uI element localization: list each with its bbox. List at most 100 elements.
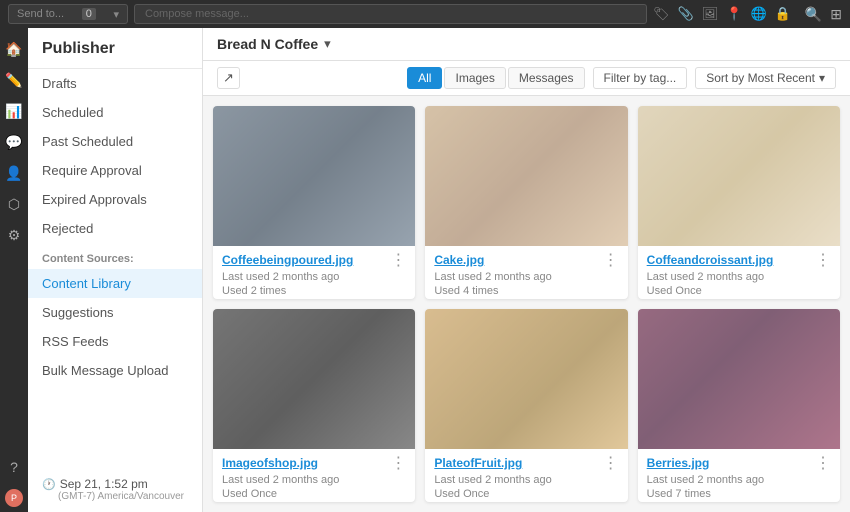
location-icon[interactable]: 📍	[726, 6, 742, 22]
image-info: Imageofshop.jpg⋮ Last used 2 months ago Us…	[213, 449, 415, 502]
image-thumbnail	[425, 309, 627, 449]
lock-icon[interactable]: 🔒	[775, 6, 791, 22]
sidebar-item-scheduled[interactable]: Scheduled	[28, 98, 202, 127]
image-used-count: Used 2 times	[222, 285, 406, 297]
image-thumbnail	[638, 106, 840, 246]
grid-icon[interactable]: ⊞	[830, 6, 842, 23]
image-card: Coffeandcroissant.jpg⋮ Last used 2 months…	[638, 106, 840, 299]
image-last-used: Last used 2 months ago	[222, 474, 406, 486]
tab-all[interactable]: All	[407, 67, 442, 89]
image-thumbnail	[425, 106, 627, 246]
tab-group: All Images Messages	[407, 67, 584, 89]
sidebar-item-expired-approvals[interactable]: Expired Approvals	[28, 185, 202, 214]
sidebar-item-past-scheduled[interactable]: Past Scheduled	[28, 127, 202, 156]
image-last-used: Last used 2 months ago	[434, 474, 618, 486]
image-card: Coffeebeingpoured.jpg⋮ Last used 2 months…	[213, 106, 415, 299]
send-placeholder: Send to...	[17, 8, 64, 20]
sidebar-title: Publisher	[28, 28, 202, 69]
image-last-used: Last used 2 months ago	[222, 271, 406, 283]
image-menu-button[interactable]: ⋮	[603, 253, 619, 269]
nav-home[interactable]: 🏠	[0, 36, 28, 63]
image-menu-button[interactable]: ⋮	[390, 456, 406, 472]
time-display: Sep 21, 1:52 pm	[60, 477, 148, 491]
image-name[interactable]: PlateofFruit.jpg	[434, 456, 602, 470]
paperclip-icon[interactable]: 📎	[678, 6, 694, 22]
image-card: PlateofFruit.jpg⋮ Last used 2 months ago U…	[425, 309, 627, 502]
compose-placeholder: Compose message...	[145, 8, 249, 20]
topbar: Send to... 0 ▾ Compose message... 🏷 📎 🖼 …	[0, 0, 850, 28]
image-info: Cake.jpg⋮ Last used 2 months ago Used 4 ti…	[425, 246, 627, 299]
header-dropdown-arrow[interactable]: ▾	[324, 36, 331, 52]
image-last-used: Last used 2 months ago	[647, 474, 831, 486]
image-menu-button[interactable]: ⋮	[603, 456, 619, 472]
sidebar-item-content-library[interactable]: Content Library	[28, 269, 202, 298]
filter-button[interactable]: Filter by tag...	[593, 67, 688, 89]
image-last-used: Last used 2 months ago	[434, 271, 618, 283]
share-icon[interactable]: ↗	[217, 67, 240, 89]
image-card: Cake.jpg⋮ Last used 2 months ago Used 4 ti…	[425, 106, 627, 299]
sort-button[interactable]: Sort by Most Recent ▾	[695, 67, 836, 89]
image-icon[interactable]: 🖼	[702, 6, 719, 22]
content-header: Bread N Coffee ▾	[203, 28, 850, 61]
tab-messages[interactable]: Messages	[508, 67, 585, 89]
nav-profile[interactable]: P	[0, 484, 28, 512]
icon-nav: 🏠 ✏️ 📊 💬 👤 ⬡ ⚙ ? P	[0, 28, 28, 512]
image-thumbnail	[638, 309, 840, 449]
image-name[interactable]: Cake.jpg	[434, 253, 602, 267]
nav-settings[interactable]: ⚙	[0, 222, 28, 249]
content-header-title: Bread N Coffee	[217, 36, 318, 52]
image-used-count: Used Once	[647, 285, 831, 297]
clock-icon: 🕐	[42, 478, 56, 491]
sidebar-item-rss-feeds[interactable]: RSS Feeds	[28, 327, 202, 356]
image-thumbnail	[213, 106, 415, 246]
nav-publish[interactable]: ✏️	[0, 67, 28, 94]
content-sources-label: Content Sources:	[28, 243, 202, 269]
timezone-display: (GMT-7) America/Vancouver	[42, 491, 188, 502]
image-card: Imageofshop.jpg⋮ Last used 2 months ago Us…	[213, 309, 415, 502]
search-icon[interactable]: 🔍	[805, 6, 822, 23]
nav-engage[interactable]: 💬	[0, 129, 28, 156]
image-used-count: Used 4 times	[434, 285, 618, 297]
image-name[interactable]: Imageofshop.jpg	[222, 456, 390, 470]
image-info: Coffeandcroissant.jpg⋮ Last used 2 months…	[638, 246, 840, 299]
content-toolbar: ↗ All Images Messages Filter by tag... S…	[203, 61, 850, 96]
topbar-icons: 🏷 📎 🖼 📍 🌐 🔒 🔍 ⊞	[653, 6, 842, 23]
image-menu-button[interactable]: ⋮	[815, 456, 831, 472]
image-menu-button[interactable]: ⋮	[815, 253, 831, 269]
image-grid: Coffeebeingpoured.jpg⋮Last used 2 months…	[203, 96, 850, 512]
image-name[interactable]: Coffeandcroissant.jpg	[647, 253, 815, 267]
globe-icon[interactable]: 🌐	[750, 6, 766, 22]
sidebar-item-rejected[interactable]: Rejected	[28, 214, 202, 243]
sidebar-item-drafts[interactable]: Drafts	[28, 69, 202, 98]
nav-users[interactable]: 👤	[0, 160, 28, 187]
image-menu-button[interactable]: ⋮	[390, 253, 406, 269]
tab-images[interactable]: Images	[444, 67, 505, 89]
image-info: Berries.jpg⋮ Last used 2 months ago Used 7…	[638, 449, 840, 502]
nav-help[interactable]: ?	[0, 454, 28, 480]
image-last-used: Last used 2 months ago	[647, 271, 831, 283]
image-used-count: Used 7 times	[647, 488, 831, 500]
sidebar-item-require-approval[interactable]: Require Approval	[28, 156, 202, 185]
image-used-count: Used Once	[222, 488, 406, 500]
tag-icon[interactable]: 🏷	[653, 6, 670, 22]
nav-apps[interactable]: ⬡	[0, 191, 28, 218]
content-area: Bread N Coffee ▾ ↗ All Images Messages F…	[203, 28, 850, 512]
image-info: Coffeebeingpoured.jpg⋮ Last used 2 months…	[213, 246, 415, 299]
main-layout: 🏠 ✏️ 📊 💬 👤 ⬡ ⚙ ? P Publisher Drafts Sche…	[0, 28, 850, 512]
nav-analytics[interactable]: 📊	[0, 98, 28, 125]
image-used-count: Used Once	[434, 488, 618, 500]
sidebar-time: 🕐 Sep 21, 1:52 pm (GMT-7) America/Vancou…	[28, 467, 202, 512]
image-thumbnail	[213, 309, 415, 449]
image-info: PlateofFruit.jpg⋮ Last used 2 months ago U…	[425, 449, 627, 502]
image-name[interactable]: Berries.jpg	[647, 456, 815, 470]
sidebar-item-bulk-message-upload[interactable]: Bulk Message Upload	[28, 356, 202, 385]
send-arrow: ▾	[113, 8, 119, 21]
sidebar-item-suggestions[interactable]: Suggestions	[28, 298, 202, 327]
compose-field[interactable]: Compose message...	[134, 4, 647, 24]
sort-label: Sort by Most Recent	[706, 71, 815, 85]
sidebar: Publisher Drafts Scheduled Past Schedule…	[28, 28, 203, 512]
send-to-field[interactable]: Send to... 0 ▾	[8, 4, 128, 24]
send-count: 0	[82, 8, 96, 20]
image-name[interactable]: Coffeebeingpoured.jpg	[222, 253, 390, 267]
sort-arrow-icon: ▾	[819, 71, 825, 85]
